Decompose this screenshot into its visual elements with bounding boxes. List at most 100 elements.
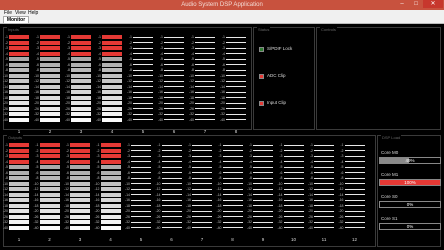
db-mark-label: -12 [64,79,70,83]
db-mark-label: -8 [248,176,252,180]
meter-segment [9,154,29,158]
db-mark-label: -6 [97,62,101,67]
meter-segment [71,101,91,105]
db-mark-label: -20 [2,209,8,213]
db-mark-label: -12 [95,79,101,83]
db-mark-label: -32 [124,220,130,224]
db-mark-label: -3 [218,154,222,158]
db-mark-label: -16 [2,90,8,94]
db-mark-label: -14 [219,84,225,89]
db-mark-label: -20 [219,101,225,105]
db-mark-label: -8 [128,68,132,72]
meter-segment [283,161,304,162]
meter-segment [161,177,182,179]
db-mark-label: -26 [124,214,130,219]
db-mark-label: -40 [126,117,132,122]
meter-segment [40,106,60,111]
meter-segment [70,181,90,186]
meter-segment [40,35,60,39]
db-mark-label: -3 [97,46,101,50]
meter-channel-8 [222,143,243,231]
db-mark-label: -1 [309,143,313,147]
meter-segment [9,165,29,169]
meter-segment [100,220,121,224]
close-button[interactable]: ✕ [423,0,443,8]
meter-channel-6 [161,143,182,231]
meter-segment [100,170,121,175]
db-mark-label: -26 [188,106,194,111]
db-mark-label: -40 [33,225,39,230]
db-mark-label: -18 [219,95,225,100]
db-mark-label: -32 [216,220,222,224]
meter-channel-2 [39,143,60,231]
meter-segment [39,148,60,153]
db-mark-label: -16 [185,198,191,202]
db-mark-label: -3 [4,154,8,158]
db-mark-label: -5 [4,165,8,169]
meter-segment [133,119,153,120]
db-mark-label: -26 [33,106,39,111]
meter-segment [192,205,212,206]
meter-segment [192,216,212,217]
maximize-button[interactable]: □ [409,0,423,8]
channel-number: 3 [79,129,83,134]
meter-segment [39,143,60,147]
meter-segment [283,221,304,223]
db-mark-label: -10 [338,181,344,186]
meter-segment [9,220,29,224]
meter-segment [71,51,91,56]
db-mark-label: -40 [157,117,163,122]
db-mark-label: -18 [157,95,163,100]
db-mark-label: -14 [95,84,101,89]
meter-segment [131,172,151,173]
meter-segment [102,68,122,72]
meter-segment [40,112,60,116]
db-mark-label: -20 [95,101,101,105]
meter-segment [253,150,273,151]
tab-monitor[interactable]: Monitor [3,16,29,23]
db-mark-label: -40 [63,225,69,230]
meter-segment [9,214,29,219]
db-mark-label: -32 [277,220,283,224]
meter-segment [39,176,60,180]
meter-segment [70,225,90,230]
meter-segment [222,210,243,212]
core-m1-percent: 100% [404,180,416,185]
db-mark-label: -12 [216,187,222,191]
meter-segment [100,209,121,213]
db-mark-label: -4 [126,159,130,164]
db-mark-label: -4 [190,51,194,56]
db-mark-label: -40 [33,117,39,122]
meter-segment [314,199,334,201]
db-mark-label: -16 [246,198,252,202]
meter-segment [131,221,151,223]
db-mark-label: -10 [33,73,39,78]
meter-segment [253,172,273,173]
db-mark-label: -32 [185,220,191,224]
meter-segment [131,210,151,212]
meter-channel-10 [283,143,304,231]
db-mark-label: -18 [338,203,344,208]
db-mark-label: -10 [126,73,132,78]
meter-segment [195,102,215,104]
meter-segment [100,225,121,230]
db-mark-label: -6 [190,62,194,67]
controls-panel: Controls [316,27,441,130]
meter-segment [314,205,334,206]
db-mark-label: -10 [155,181,161,186]
meter-segment [40,79,60,83]
meter-segment [71,95,91,100]
meter-segment [71,106,91,111]
minimize-button[interactable]: – [395,0,409,8]
meter-channel-4 [100,143,121,231]
meter-segment [40,68,60,72]
db-mark-label: -6 [96,170,100,175]
db-mark-label: -16 [126,90,132,94]
db-mark-label: -14 [277,192,283,197]
close-icon: ✕ [430,1,436,7]
db-mark-label: -8 [66,68,70,72]
channel-number: 8 [231,237,234,242]
db-mark-label: -5 [66,57,70,61]
db-mark-label: -16 [63,198,69,202]
meter-segment [344,144,365,146]
